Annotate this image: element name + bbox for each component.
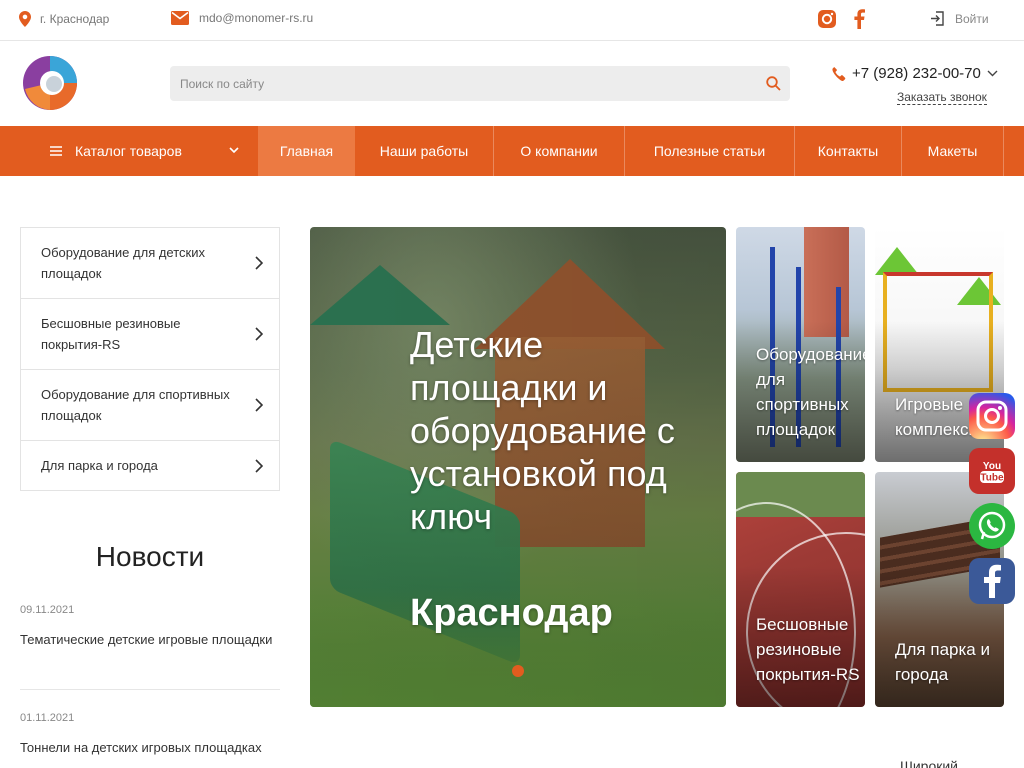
sidebar-item-sports[interactable]: Оборудование для спортивных площадок bbox=[21, 370, 279, 441]
catalog-menu-button[interactable]: Каталог товаров bbox=[0, 126, 258, 176]
svg-text:You: You bbox=[983, 461, 1001, 472]
nav-item-articles[interactable]: Полезные статьи bbox=[625, 126, 795, 176]
tile-label: Оборудование для спортивных площадок bbox=[756, 345, 865, 439]
city-label: г. Краснодар bbox=[40, 12, 110, 26]
sidebar-item-label: Для парка и города bbox=[41, 458, 158, 473]
youtube-button[interactable]: You Tube bbox=[969, 448, 1015, 494]
hero-title: Детские площадки и оборудование с устано… bbox=[410, 324, 675, 537]
sidebar-catalog: Оборудование для детских площадок Бесшов… bbox=[20, 227, 280, 491]
slider-dot[interactable] bbox=[512, 665, 524, 677]
location-pin-icon bbox=[19, 11, 31, 27]
svg-text:Tube: Tube bbox=[980, 473, 1004, 484]
top-social-links bbox=[817, 9, 865, 29]
floating-social-bar: You Tube bbox=[969, 393, 1015, 613]
city-selector[interactable]: г. Краснодар bbox=[19, 11, 109, 27]
sidebar-item-park[interactable]: Для парка и города bbox=[21, 441, 279, 490]
catalog-label: Каталог товаров bbox=[75, 143, 182, 159]
news-link[interactable]: Тематические детские игровые площадки bbox=[20, 630, 280, 650]
nav-item-about[interactable]: О компании bbox=[494, 126, 625, 176]
search-bar bbox=[170, 66, 790, 101]
section-heading-peek: Широкий bbox=[900, 758, 958, 768]
category-tile-sports[interactable]: Оборудование для спортивных площадок bbox=[736, 227, 865, 462]
nav-item-works[interactable]: Наши работы bbox=[355, 126, 494, 176]
nav-item-contacts[interactable]: Контакты bbox=[795, 126, 902, 176]
phone-number[interactable]: +7 (928) 232-00-70 bbox=[831, 65, 998, 82]
header: +7 (928) 232-00-70 Заказать звонок bbox=[0, 41, 1024, 126]
login-label: Войти bbox=[955, 11, 989, 26]
email-label: mdo@monomer-rs.ru bbox=[199, 11, 314, 25]
sidebar-item-label: Оборудование для спортивных площадок bbox=[41, 387, 230, 423]
nav-item-home[interactable]: Главная bbox=[258, 126, 355, 176]
chevron-right-icon bbox=[255, 398, 263, 412]
hero-slider[interactable]: Детские площадки и оборудование с устано… bbox=[310, 227, 726, 707]
sidebar-item-label: Бесшовные резиновые покрытия-RS bbox=[41, 316, 181, 352]
instagram-icon bbox=[976, 400, 1008, 432]
category-tile-rubber-coating[interactable]: Бесшовные резиновые покрытия-RS bbox=[736, 472, 865, 707]
main-nav: Каталог товаров Главная Наши работы О ко… bbox=[0, 126, 1024, 176]
instagram-icon[interactable] bbox=[817, 9, 837, 29]
chevron-right-icon bbox=[255, 327, 263, 341]
login-link[interactable]: Войти bbox=[930, 11, 989, 26]
menu-icon bbox=[50, 146, 62, 156]
sidebar-item-rubber-coating[interactable]: Бесшовные резиновые покрытия-RS bbox=[21, 299, 279, 370]
login-icon bbox=[931, 11, 944, 26]
instagram-button[interactable] bbox=[969, 393, 1015, 439]
search-input[interactable] bbox=[170, 66, 730, 101]
tile-image bbox=[875, 247, 919, 275]
facebook-icon bbox=[984, 564, 1001, 598]
tile-label: Бесшовные резиновые покрытия-RS bbox=[756, 615, 860, 684]
news-heading: Новости bbox=[95, 541, 205, 572]
phone-label: +7 (928) 232-00-70 bbox=[852, 65, 981, 82]
sidebar-item-playground[interactable]: Оборудование для детских площадок bbox=[21, 228, 279, 299]
chevron-down-icon[interactable] bbox=[987, 70, 998, 77]
facebook-button[interactable] bbox=[969, 558, 1015, 604]
news-item[interactable]: 09.11.2021 Тематические детские игровые … bbox=[20, 604, 280, 650]
company-logo[interactable] bbox=[22, 53, 79, 113]
chevron-right-icon bbox=[255, 256, 263, 270]
news-item[interactable]: 01.11.2021 Тоннели на детских игровых пл… bbox=[20, 712, 280, 758]
divider bbox=[20, 689, 280, 690]
phone-icon bbox=[832, 66, 846, 81]
news-date: 01.11.2021 bbox=[20, 712, 75, 724]
callback-link[interactable]: Заказать звонок bbox=[897, 90, 987, 105]
email-link[interactable]: mdo@monomer-rs.ru bbox=[171, 11, 313, 25]
news-link[interactable]: Тоннели на детских игровых площадках bbox=[20, 738, 280, 758]
news-date: 09.11.2021 bbox=[20, 604, 75, 616]
whatsapp-icon bbox=[978, 511, 1006, 540]
nav-item-layouts[interactable]: Макеты bbox=[902, 126, 1004, 176]
mail-icon bbox=[171, 11, 189, 25]
facebook-icon[interactable] bbox=[853, 9, 865, 29]
search-icon[interactable] bbox=[766, 76, 781, 91]
tile-label: Для парка и города bbox=[895, 640, 990, 684]
whatsapp-button[interactable] bbox=[969, 503, 1015, 549]
chevron-down-icon bbox=[229, 147, 239, 154]
top-bar: г. Краснодар mdo@monomer-rs.ru Войти bbox=[0, 0, 1024, 41]
youtube-icon: YouTube bbox=[978, 457, 1006, 485]
sidebar-item-label: Оборудование для детских площадок bbox=[41, 245, 205, 281]
hero-city: Краснодар bbox=[410, 592, 613, 634]
chevron-right-icon bbox=[255, 458, 263, 473]
